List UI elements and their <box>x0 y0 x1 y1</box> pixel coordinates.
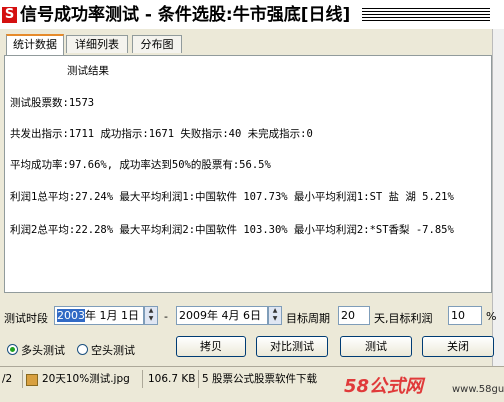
target-profit-input[interactable]: 10 <box>448 306 482 325</box>
end-date-field[interactable]: 2009年 4月 6日 <box>176 306 268 325</box>
status-bar: /2 20天10%测试.jpg 106.7 KB 5 股票公式股票软件下载 <box>0 366 504 402</box>
date-dash: - <box>164 310 168 323</box>
result-signals: 共发出指示:1711 成功指示:1671 失败指示:40 未完成指示:0 <box>10 128 313 140</box>
end-date-spinner[interactable]: ▲ ▼ <box>268 306 282 325</box>
start-date-spinner[interactable]: ▲ ▼ <box>144 306 158 325</box>
spin-down-icon[interactable]: ▼ <box>145 315 157 323</box>
spin-up-icon[interactable]: ▲ <box>145 307 157 315</box>
divider <box>198 370 199 388</box>
short-test-radio[interactable] <box>77 344 88 355</box>
close-button[interactable]: 关闭 <box>422 336 494 357</box>
spin-up-icon[interactable]: ▲ <box>269 307 281 315</box>
spin-down-icon[interactable]: ▼ <box>269 315 281 323</box>
long-test-label[interactable]: 多头测试 <box>21 342 65 358</box>
page-indicator: /2 <box>2 373 13 385</box>
result-profit1: 利润1总平均:27.24% 最大平均利润1:中国软件 107.73% 最小平均利… <box>10 191 454 203</box>
short-test-label[interactable]: 空头测试 <box>91 342 135 358</box>
copy-button[interactable]: 拷贝 <box>176 336 246 357</box>
app-logo-icon: S <box>2 7 17 23</box>
percent-sign: % <box>486 310 497 323</box>
target-profit-label: 天,目标利润 <box>374 312 433 325</box>
image-file-icon <box>26 374 38 386</box>
title-bar: S 信号成功率测试 - 条件选股:牛市强底[日线] <box>0 0 504 29</box>
start-date-rest: 年 1月 1日 <box>85 309 139 322</box>
window-title: 信号成功率测试 - 条件选股:牛市强底[日线] <box>20 5 351 25</box>
target-period-label: 目标周期 <box>286 312 330 325</box>
divider <box>22 370 23 388</box>
file-size: 106.7 KB <box>148 373 196 385</box>
start-date-field[interactable]: 2003年 1月 1日 <box>54 306 144 325</box>
title-bar-stripes <box>362 8 490 22</box>
start-year-selected: 2003 <box>57 309 85 322</box>
ad-text: 5 股票公式股票软件下载 <box>202 373 318 385</box>
result-profit2: 利润2总平均:22.28% 最大平均利润2:中国软件 103.30% 最小平均利… <box>10 224 454 236</box>
results-heading: 测试结果 <box>67 65 109 77</box>
tab-statistics[interactable]: 统计数据 <box>6 34 64 55</box>
tab-distribution[interactable]: 分布图 <box>132 35 182 53</box>
result-success-rate: 平均成功率:97.66%, 成功率达到50%的股票有:56.5% <box>10 159 271 171</box>
watermark-url: www.58gu.com <box>452 384 504 395</box>
watermark-logo: 58公式网 <box>344 376 424 397</box>
long-test-radio[interactable] <box>7 344 18 355</box>
target-period-input[interactable]: 20 <box>338 306 370 325</box>
period-label: 测试时段 <box>4 312 48 325</box>
tab-detail-list[interactable]: 详细列表 <box>66 35 128 53</box>
test-button[interactable]: 测试 <box>340 336 412 357</box>
divider <box>142 370 143 388</box>
file-name: 20天10%测试.jpg <box>42 373 130 385</box>
results-panel: 测试结果 测试股票数:1573 共发出指示:1711 成功指示:1671 失败指… <box>4 55 492 293</box>
result-stock-count: 测试股票数:1573 <box>10 97 95 109</box>
compare-test-button[interactable]: 对比测试 <box>256 336 328 357</box>
